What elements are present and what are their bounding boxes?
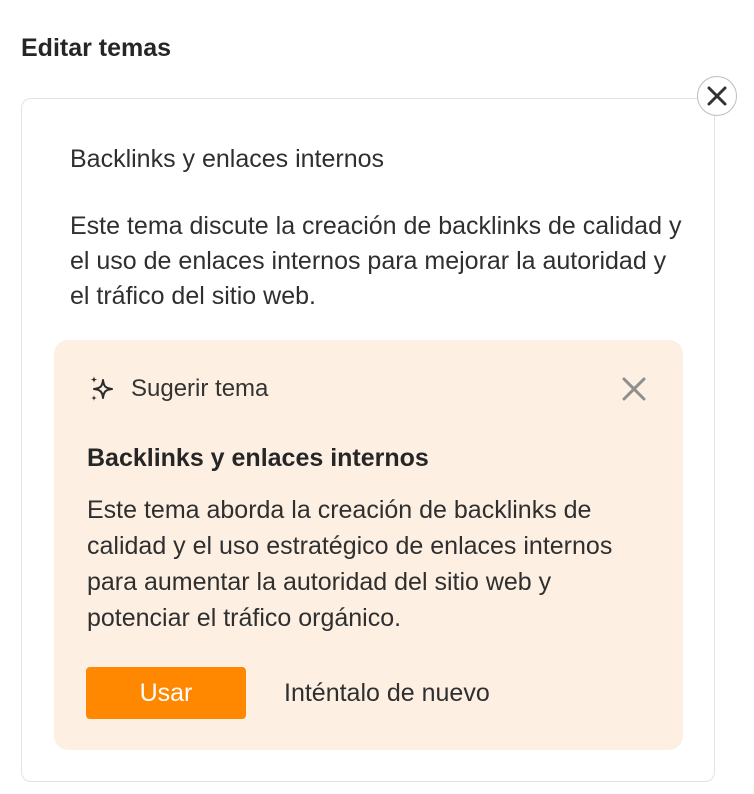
- retry-button[interactable]: Inténtalo de nuevo: [284, 675, 490, 711]
- sparkle-icon: [90, 376, 113, 401]
- suggestion-close-icon[interactable]: [620, 375, 648, 403]
- page-title: Editar temas: [21, 34, 172, 62]
- suggestion-header-label: Sugerir tema: [131, 375, 269, 402]
- suggestion-panel: Sugerir tema Backlinks y enlaces interno…: [54, 340, 683, 750]
- suggestion-description: Este tema aborda la creación de backlink…: [87, 496, 613, 632]
- suggestion-header: Sugerir tema: [87, 372, 268, 406]
- topic-description: Este tema discute la creación de backlin…: [70, 212, 682, 310]
- use-button[interactable]: Usar: [86, 667, 246, 719]
- suggestion-title: Backlinks y enlaces internos: [87, 444, 429, 472]
- close-icon: [707, 86, 727, 106]
- card-close-button[interactable]: [697, 76, 737, 116]
- topic-name: Backlinks y enlaces internos: [70, 145, 385, 173]
